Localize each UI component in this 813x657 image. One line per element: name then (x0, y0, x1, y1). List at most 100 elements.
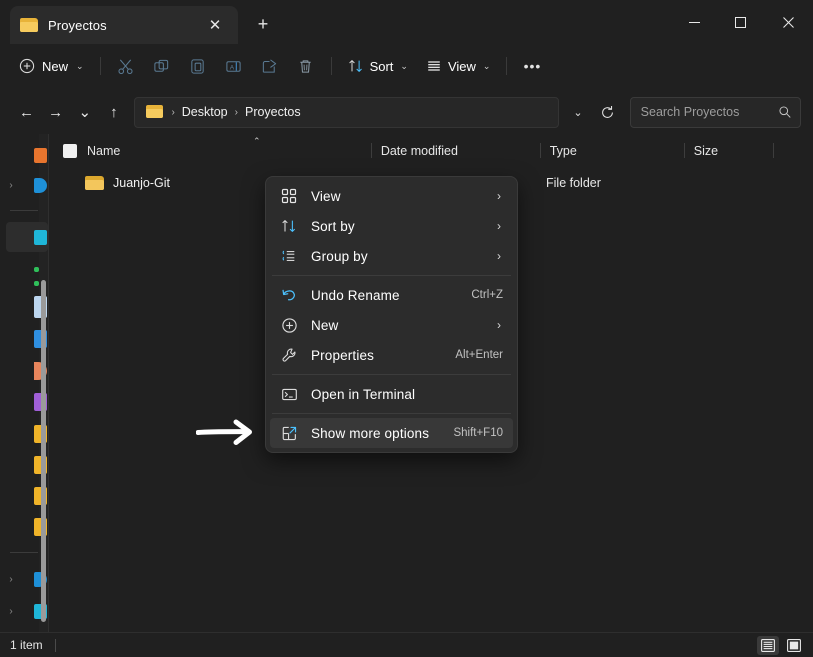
refresh-button[interactable] (593, 97, 622, 128)
status-divider (54, 638, 56, 652)
grid-icon (280, 187, 298, 205)
desktop-icon (34, 229, 47, 245)
breadcrumb-desktop[interactable]: Desktop (177, 102, 233, 122)
expand-options-icon (280, 424, 298, 442)
view-button[interactable]: View ⌄ (417, 51, 500, 81)
nav-item[interactable] (0, 264, 53, 274)
forward-button[interactable]: → (41, 97, 70, 127)
status-bar: 1 item (0, 632, 813, 657)
column-header-size[interactable]: Size (683, 136, 773, 165)
window-controls (671, 0, 813, 44)
menu-item-label: Properties (311, 347, 375, 363)
menu-item-shortcut: Ctrl+Z (471, 289, 503, 301)
search-input[interactable]: Search Proyectos (641, 105, 778, 119)
menu-item-show-more-options[interactable]: Show more options Shift+F10 (270, 418, 513, 448)
file-type: File folder (546, 176, 601, 190)
chevron-right-icon: › (497, 249, 501, 263)
menu-item-label: Undo Rename (311, 287, 400, 303)
menu-item-shortcut: Shift+F10 (453, 427, 503, 439)
context-menu: View › Sort by › Group by › Undo Rename … (265, 176, 518, 453)
view-mode-buttons (757, 635, 805, 655)
column-header-date-modified[interactable]: Date modified (370, 136, 540, 165)
menu-item-label: Sort by (311, 218, 355, 234)
close-window-button[interactable] (763, 0, 813, 44)
menu-item-label: Open in Terminal (311, 386, 416, 402)
column-header-name[interactable]: Name ⌃ (53, 136, 371, 165)
column-label: Size (693, 143, 719, 158)
share-icon[interactable] (252, 51, 288, 81)
column-header-end (773, 136, 813, 165)
nav-divider (10, 552, 38, 553)
dot-icon (34, 266, 39, 272)
file-name: Juanjo-Git (113, 176, 170, 190)
sort-button-label: Sort (369, 58, 394, 74)
navigation-bar: ← → ⌄ ↑ › Desktop › Proyectos ⌄ Search P… (0, 90, 813, 134)
large-icons-view-button[interactable] (783, 636, 805, 655)
nav-item[interactable] (0, 140, 53, 170)
menu-item-view[interactable]: View › (270, 181, 513, 211)
group-icon (280, 247, 298, 265)
see-more-button[interactable]: ••• (514, 51, 550, 81)
up-button[interactable]: ↑ (99, 97, 128, 127)
nav-divider (10, 210, 38, 211)
menu-item-undo-rename[interactable]: Undo Rename Ctrl+Z (270, 280, 513, 310)
new-tab-button[interactable]: + (248, 10, 278, 38)
cut-icon[interactable] (108, 51, 144, 81)
ellipsis-icon: ••• (523, 58, 542, 74)
title-bar: Proyectos ✕ + (0, 0, 813, 44)
new-button[interactable]: New ⌄ (10, 51, 93, 81)
folder-icon (85, 175, 104, 191)
plus-circle-icon (280, 316, 298, 334)
menu-item-properties[interactable]: Properties Alt+Enter (270, 340, 513, 370)
menu-item-label: Show more options (311, 425, 430, 441)
menu-item-new[interactable]: New › (270, 310, 513, 340)
close-tab-icon[interactable]: ✕ (202, 12, 228, 38)
search-box[interactable]: Search Proyectos (629, 96, 802, 128)
select-all-checkbox[interactable] (63, 143, 77, 158)
chevron-right-icon: › (497, 189, 501, 203)
menu-separator (272, 413, 511, 414)
annotation-arrow-icon (195, 418, 262, 453)
breadcrumb-separator: › (171, 106, 175, 118)
column-label: Name (87, 143, 121, 158)
chevron-right-icon[interactable]: › (0, 606, 22, 617)
recent-locations-button[interactable]: ⌄ (70, 97, 99, 127)
search-icon (779, 106, 791, 118)
toolbar-divider (99, 57, 101, 75)
details-view-button[interactable] (757, 635, 779, 655)
chevron-right-icon[interactable]: › (0, 180, 22, 191)
command-bar: New ⌄ A Sort ⌄ View ⌄ ••• (0, 44, 813, 88)
menu-item-label: New (311, 317, 339, 333)
chevron-right-icon: › (497, 318, 501, 332)
menu-item-group-by[interactable]: Group by › (270, 241, 513, 271)
rename-icon[interactable]: A (216, 51, 252, 81)
menu-separator (272, 374, 511, 375)
breadcrumb-proyectos[interactable]: Proyectos (240, 102, 306, 122)
nav-item[interactable]: › (0, 170, 53, 200)
nav-item[interactable] (0, 222, 53, 252)
breadcrumb-separator: › (234, 106, 238, 118)
menu-item-open-in-terminal[interactable]: Open in Terminal (270, 379, 513, 409)
back-button[interactable]: ← (12, 97, 41, 127)
maximize-button[interactable] (717, 0, 763, 44)
paste-icon[interactable] (180, 51, 216, 81)
chevron-right-icon[interactable]: › (0, 574, 22, 585)
copy-icon[interactable] (144, 51, 180, 81)
onedrive-icon (34, 147, 47, 163)
minimize-button[interactable] (671, 0, 717, 44)
file-explorer-window: Proyectos ✕ + New ⌄ A Sort ⌄ View ⌄ ••• … (0, 0, 813, 657)
menu-item-sort-by[interactable]: Sort by › (270, 211, 513, 241)
navigation-pane[interactable]: › › › (0, 134, 53, 634)
undo-icon (280, 286, 298, 304)
nav-scrollbar-thumb[interactable] (41, 280, 46, 622)
svg-text:A: A (230, 64, 235, 71)
chevron-down-icon: ⌄ (400, 60, 408, 71)
toolbar-divider (330, 57, 332, 75)
column-header-type[interactable]: Type (539, 136, 684, 165)
column-label: Date modified (380, 143, 458, 158)
delete-icon[interactable] (288, 51, 324, 81)
sort-button[interactable]: Sort ⌄ (339, 51, 417, 81)
address-bar[interactable]: › Desktop › Proyectos (134, 96, 560, 128)
tab-proyectos[interactable]: Proyectos ✕ (10, 6, 238, 44)
address-dropdown-button[interactable]: ⌄ (563, 97, 592, 128)
